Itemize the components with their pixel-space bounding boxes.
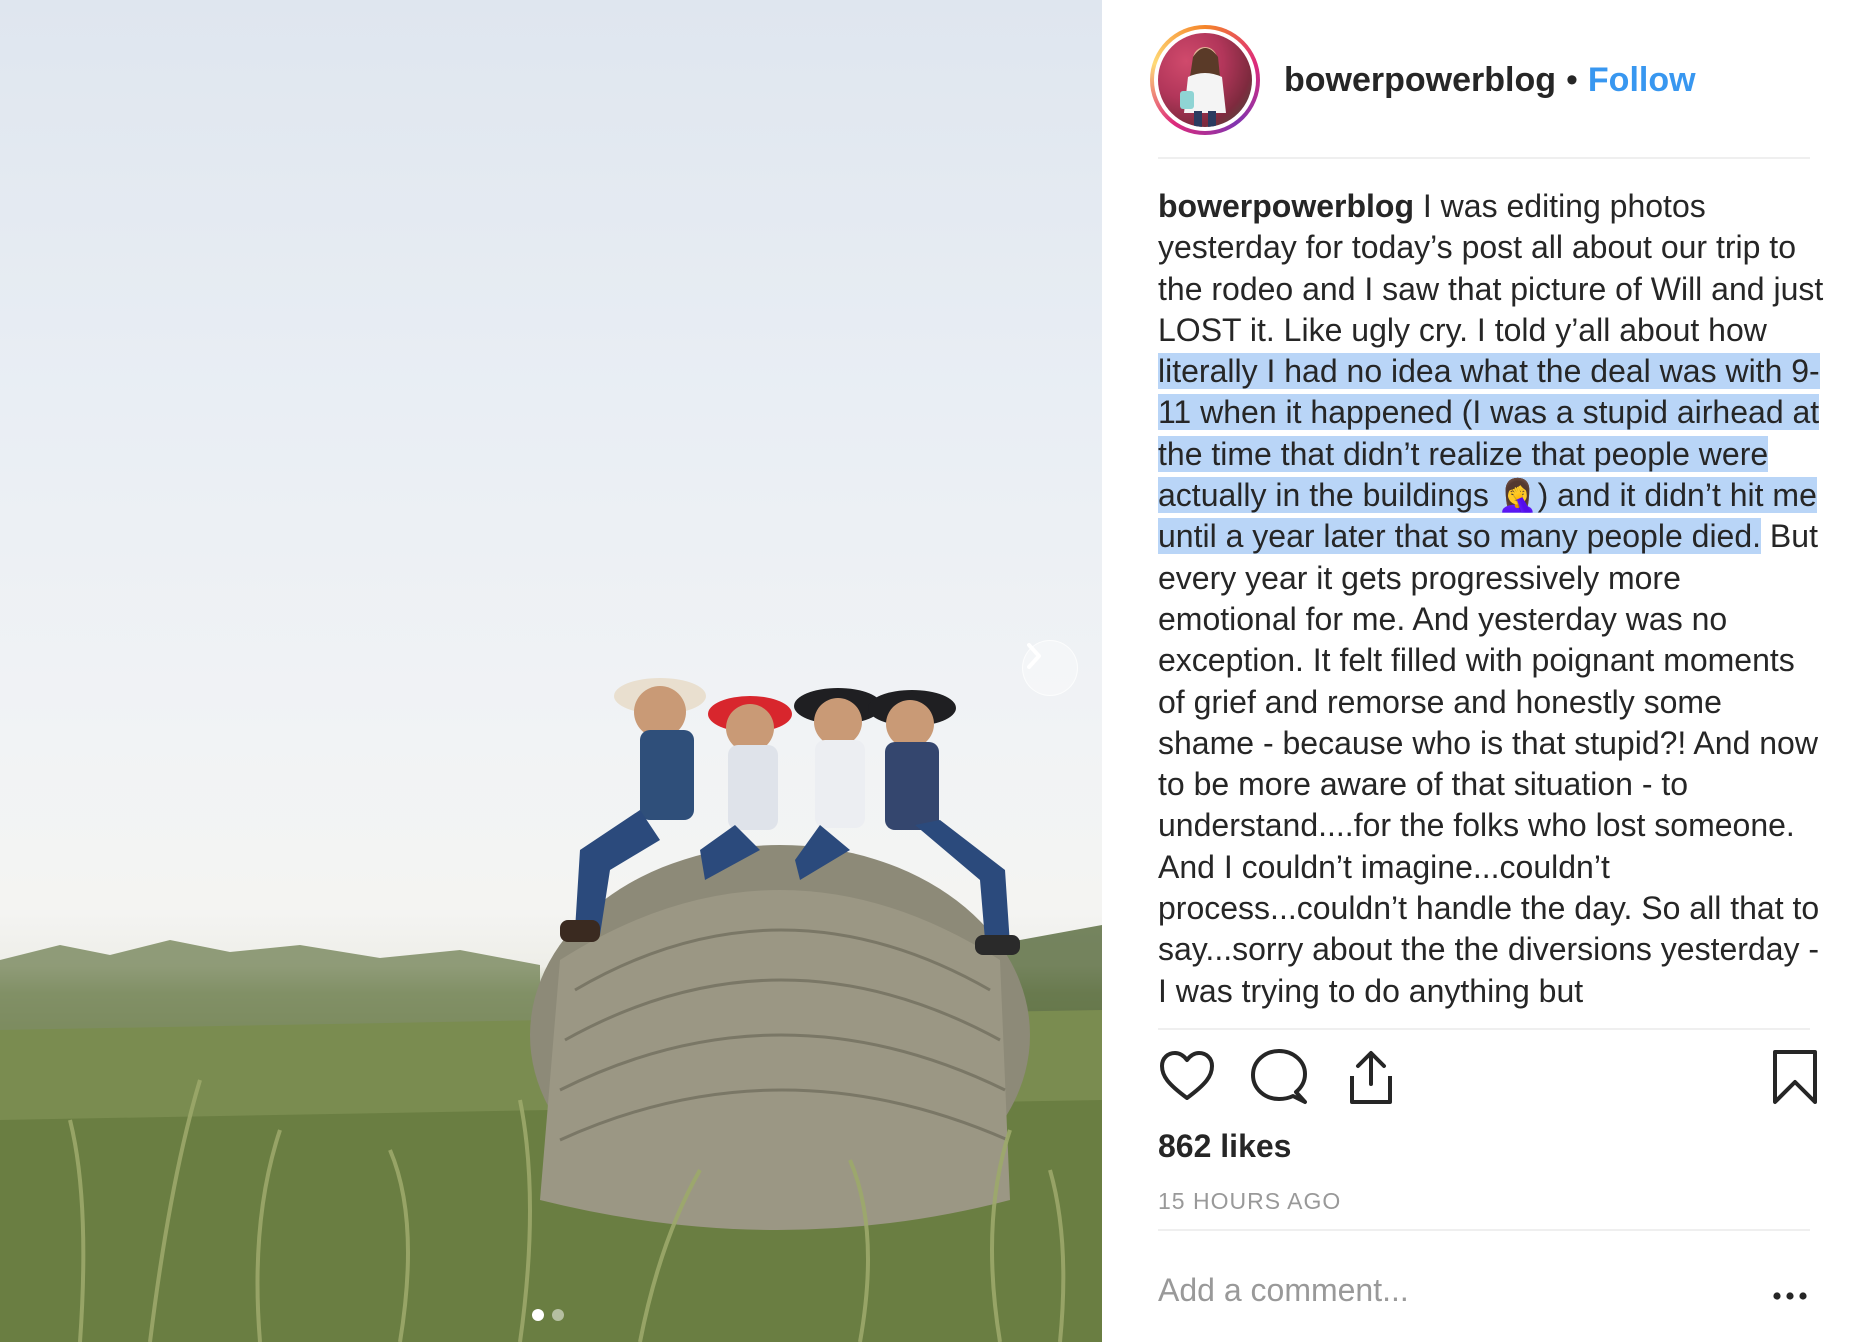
- comment-button[interactable]: [1250, 1048, 1310, 1110]
- like-count[interactable]: 862 likes: [1158, 1128, 1291, 1165]
- follow-button[interactable]: Follow: [1588, 61, 1696, 100]
- divider: [1158, 157, 1810, 159]
- separator-dot: •: [1566, 60, 1578, 99]
- share-icon: [1350, 1051, 1392, 1104]
- action-bar: [1158, 1048, 1818, 1112]
- caption-username[interactable]: bowerpowerblog: [1158, 188, 1414, 224]
- post-side-panel: bowerpowerblog • Follow bowerpowerblog I…: [1102, 0, 1870, 1342]
- save-button[interactable]: [1770, 1048, 1830, 1110]
- chevron-right-icon: [1027, 643, 1041, 669]
- more-options-icon: [1773, 1292, 1807, 1300]
- avatar-image: [1180, 47, 1226, 127]
- caption-scroll-area[interactable]: bowerpowerblog I was editing photos yest…: [1158, 186, 1824, 1028]
- caption-text-after: But every year it gets progressively mor…: [1158, 518, 1820, 1009]
- photo-scene: [0, 678, 1102, 1342]
- carousel-dot: [532, 1309, 544, 1321]
- next-photo-button[interactable]: [1022, 640, 1078, 696]
- post-photo[interactable]: [0, 0, 1102, 1342]
- bookmark-icon: [1773, 1050, 1817, 1104]
- carousel-indicator: [532, 1309, 564, 1321]
- caption-selected-text: literally I had no idea what the deal wa…: [1158, 353, 1820, 555]
- carousel-dot: [552, 1309, 564, 1321]
- post-timestamp[interactable]: 15 HOURS AGO: [1158, 1188, 1341, 1215]
- heart-icon: [1160, 1051, 1214, 1100]
- share-button[interactable]: [1342, 1048, 1402, 1110]
- post-header: bowerpowerblog • Follow: [1150, 16, 1810, 144]
- divider: [1158, 1229, 1810, 1231]
- story-ring[interactable]: [1150, 25, 1260, 135]
- like-button[interactable]: [1158, 1048, 1218, 1110]
- avatar: [1158, 33, 1252, 127]
- caption-text: bowerpowerblog I was editing photos yest…: [1158, 186, 1824, 1012]
- divider: [1158, 1028, 1810, 1030]
- post-username[interactable]: bowerpowerblog: [1284, 61, 1556, 100]
- comment-input[interactable]: Add a comment...: [1158, 1272, 1758, 1309]
- more-options-button[interactable]: [1770, 1280, 1810, 1310]
- comment-icon: [1251, 1049, 1307, 1104]
